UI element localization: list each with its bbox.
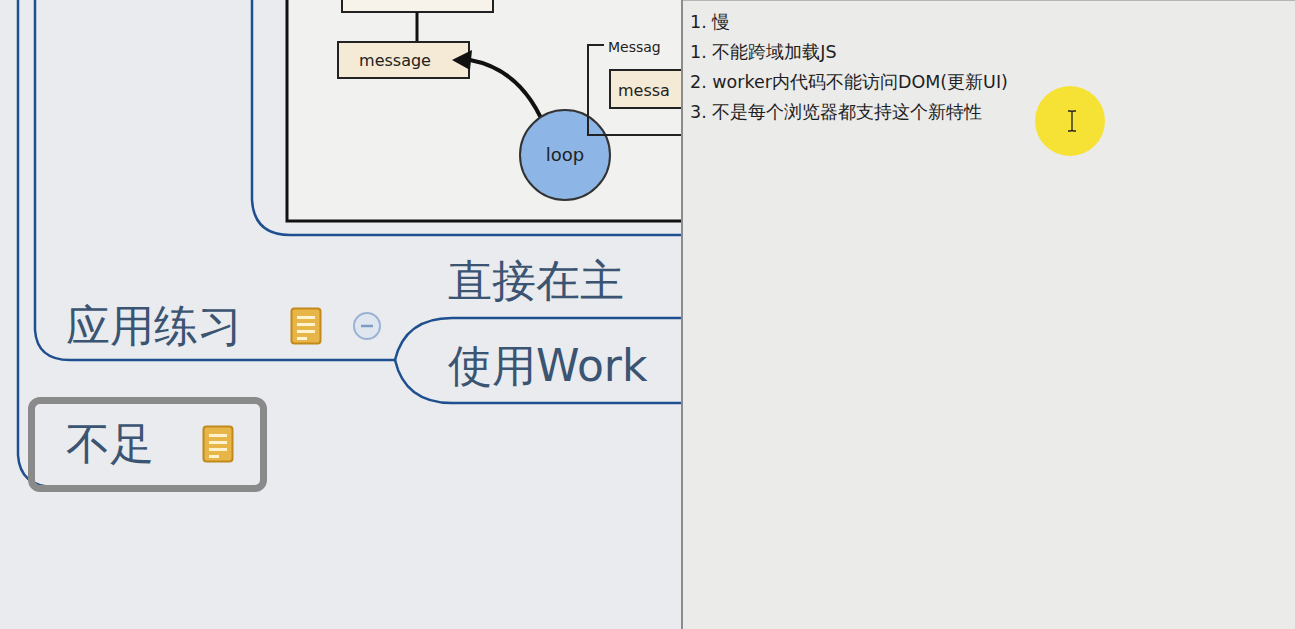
note-line[interactable]: 1. 不能跨域加载JS	[690, 37, 1288, 67]
mindmap-node[interactable]: 不足	[28, 397, 267, 492]
mindmap-node[interactable]: 应用练习	[28, 279, 415, 374]
mindmap-canvas[interactable]: message loop Messag messa 应用练习 直接在主使用Work 不足	[0, 0, 681, 629]
diagram-label: loop	[546, 144, 584, 165]
diagram-label: message	[359, 51, 431, 70]
note-icon[interactable]	[290, 307, 322, 345]
note-icon[interactable]	[202, 425, 234, 463]
node-label[interactable]: 应用练习	[66, 300, 242, 353]
note-line[interactable]: 3. 不是每个浏览器都支持这个新特性	[690, 97, 1288, 127]
node-label[interactable]: 不足	[66, 418, 154, 471]
note-line[interactable]: 2. worker内代码不能访问DOM(更新UI)	[690, 67, 1288, 97]
child-node[interactable]: 直接在主	[448, 255, 624, 308]
diagram-image: message loop Messag messa	[287, 0, 681, 221]
cursor-highlight	[1035, 86, 1105, 156]
app-window: message loop Messag messa 应用练习 直接在主使用Work 不足 1…	[0, 0, 1295, 629]
collapse-icon[interactable]	[352, 311, 382, 341]
connector-line	[18, 0, 250, 487]
note-panel[interactable]: 1. 慢1. 不能跨域加载JS2. worker内代码不能访问DOM(更新UI)…	[683, 0, 1295, 629]
text-cursor-icon	[1067, 110, 1077, 132]
child-node[interactable]: 使用Work	[448, 340, 647, 393]
note-line[interactable]: 1. 慢	[690, 7, 1288, 37]
diagram-label: Messag	[608, 39, 661, 55]
diagram-label: messa	[618, 81, 670, 100]
